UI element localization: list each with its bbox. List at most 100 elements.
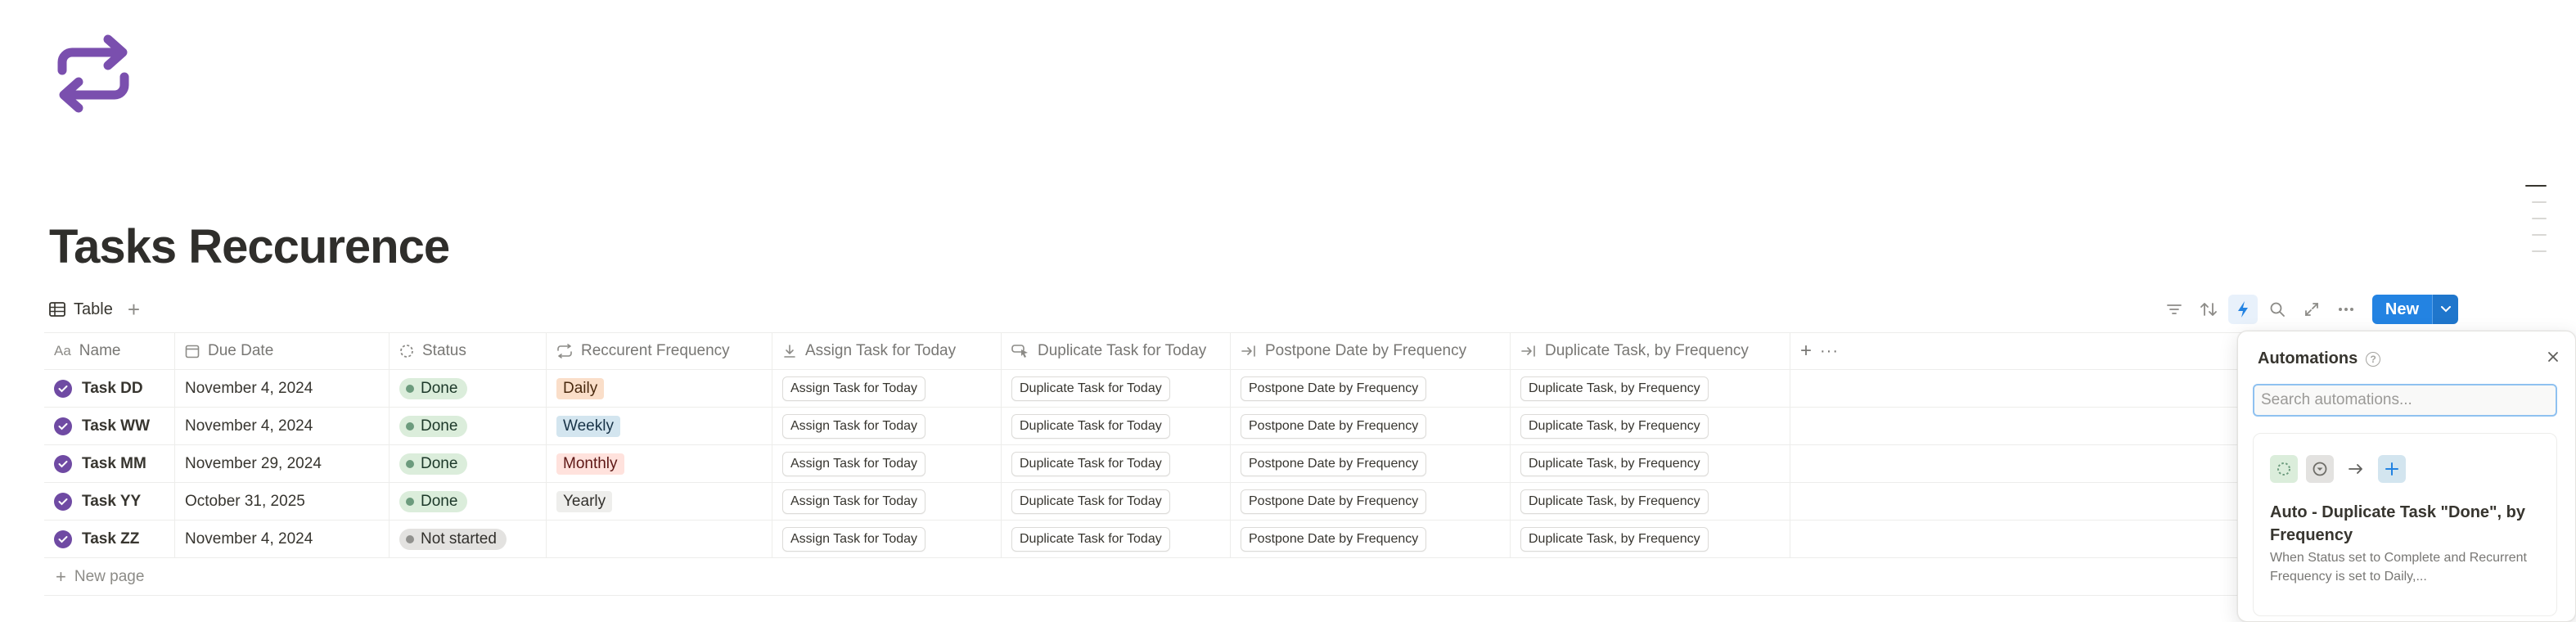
repeat-arrows-icon[interactable] [54, 33, 133, 115]
status-cell[interactable]: Done [390, 483, 547, 520]
duplicate-by-frequency-button[interactable]: Duplicate Task, by Frequency [1520, 376, 1709, 401]
column-label: Due Date [208, 342, 274, 359]
postpone-date-button[interactable]: Postpone Date by Frequency [1241, 413, 1427, 439]
new-button[interactable]: New [2371, 295, 2432, 324]
duplicate-task-button[interactable]: Duplicate Task for Today [1011, 451, 1170, 476]
postpone-cell: Postpone Date by Frequency [1231, 521, 1511, 557]
more-icon[interactable] [2331, 295, 2361, 324]
plus-icon: + [56, 566, 66, 587]
duplicate-by-frequency-button[interactable]: Duplicate Task, by Frequency [1520, 413, 1709, 439]
table-row[interactable]: Task ZZ November 4, 2024 Not started Ass… [44, 521, 2254, 558]
status-cell[interactable]: Done [390, 408, 547, 444]
due-date-cell[interactable]: November 4, 2024 [175, 408, 390, 444]
duplicate-freq-cell: Duplicate Task, by Frequency [1511, 445, 1790, 482]
more-icon[interactable]: ··· [1820, 342, 1839, 361]
arrow-bar-right-icon [1241, 345, 1255, 357]
duplicate-by-frequency-button[interactable]: Duplicate Task, by Frequency [1520, 489, 1709, 514]
frequency-cell[interactable] [547, 521, 772, 557]
help-icon[interactable]: ? [2366, 351, 2381, 367]
column-header-duplicate-by-frequency[interactable]: Duplicate Task, by Frequency [1511, 333, 1790, 369]
close-icon[interactable] [2547, 351, 2559, 367]
name-cell[interactable]: Task YY [44, 483, 175, 520]
frequency-cell[interactable]: Daily [547, 370, 772, 407]
button-cursor-icon [1011, 345, 1028, 358]
status-dot [406, 534, 414, 543]
frequency-cell[interactable]: Monthly [547, 445, 772, 482]
status-cell[interactable]: Done [390, 370, 547, 407]
search-icon[interactable] [2263, 295, 2292, 324]
duplicate-task-button[interactable]: Duplicate Task for Today [1011, 489, 1170, 514]
expand-icon[interactable] [2297, 295, 2326, 324]
postpone-date-button[interactable]: Postpone Date by Frequency [1241, 526, 1427, 552]
automation-description: When Status set to Complete and Recurren… [2270, 551, 2527, 584]
column-label: Name [79, 342, 121, 359]
search-automations-input[interactable] [2253, 384, 2557, 417]
status-cell[interactable]: Done [390, 445, 547, 482]
empty-cell [1790, 445, 1856, 482]
status-cell[interactable]: Not started [390, 521, 547, 557]
name-cell[interactable]: Task MM [44, 445, 175, 482]
filter-icon[interactable] [2159, 295, 2189, 324]
duplicate-task-button[interactable]: Duplicate Task for Today [1011, 526, 1170, 552]
column-header-due-date[interactable]: Due Date [175, 333, 390, 369]
status-dashed-icon [400, 345, 413, 358]
page-title[interactable]: Tasks Reccurence [49, 219, 450, 274]
status-badge: Done [399, 453, 468, 475]
assign-task-button[interactable]: Assign Task for Today [782, 489, 926, 514]
duplicate-task-button[interactable]: Duplicate Task for Today [1011, 376, 1170, 401]
empty-cell [1790, 483, 1856, 520]
column-header-assign-task[interactable]: Assign Task for Today [772, 333, 1002, 369]
postpone-date-button[interactable]: Postpone Date by Frequency [1241, 376, 1427, 401]
due-date-cell[interactable]: October 31, 2025 [175, 483, 390, 520]
name-cell[interactable]: Task DD [44, 370, 175, 407]
duplicate-task-button[interactable]: Duplicate Task for Today [1011, 413, 1170, 439]
column-header-reccurent-frequency[interactable]: Reccurent Frequency [547, 333, 772, 369]
duplicate-cell: Duplicate Task for Today [1002, 370, 1231, 407]
add-property-plus-icon[interactable]: + [1800, 340, 1812, 363]
new-dropdown-chevron-icon[interactable] [2432, 295, 2458, 324]
due-date-cell[interactable]: November 4, 2024 [175, 521, 390, 557]
due-date-cell[interactable]: November 4, 2024 [175, 370, 390, 407]
name-cell[interactable]: Task ZZ [44, 521, 175, 557]
column-header-duplicate-task[interactable]: Duplicate Task for Today [1002, 333, 1231, 369]
column-label: Duplicate Task for Today [1038, 342, 1207, 359]
assign-task-button[interactable]: Assign Task for Today [782, 376, 926, 401]
status-label: Done [421, 492, 458, 510]
assign-task-button[interactable]: Assign Task for Today [782, 451, 926, 476]
tab-table[interactable]: Table [49, 300, 113, 319]
add-view-plus-icon[interactable]: + [128, 299, 140, 320]
new-page-button[interactable]: + New page [44, 558, 2254, 596]
column-header-status[interactable]: Status [390, 333, 547, 369]
assign-task-button[interactable]: Assign Task for Today [782, 526, 926, 552]
automations-title: Automations [2258, 349, 2358, 367]
download-arrow-icon [784, 345, 795, 358]
column-header-name[interactable]: Aa Name [44, 333, 175, 369]
tab-label: Table [74, 300, 113, 318]
assign-cell: Assign Task for Today [772, 483, 1002, 520]
table-row[interactable]: Task DD November 4, 2024 Done Daily Assi… [44, 370, 2254, 408]
frequency-cell[interactable]: Weekly [547, 408, 772, 444]
lightning-icon[interactable] [2227, 295, 2258, 324]
empty-cell [1790, 521, 1856, 557]
table-row[interactable]: Task MM November 29, 2024 Done Monthly A… [44, 445, 2254, 483]
status-label: Done [421, 454, 458, 472]
table-row[interactable]: Task WW November 4, 2024 Done Weekly Ass… [44, 408, 2254, 445]
postpone-date-button[interactable]: Postpone Date by Frequency [1241, 489, 1427, 514]
name-cell[interactable]: Task WW [44, 408, 175, 444]
check-circle-icon [54, 454, 72, 473]
duplicate-by-frequency-button[interactable]: Duplicate Task, by Frequency [1520, 451, 1709, 476]
sort-icon[interactable] [2194, 295, 2223, 324]
column-header-postpone-date[interactable]: Postpone Date by Frequency [1231, 333, 1511, 369]
automation-card[interactable]: Auto - Duplicate Task "Done", by Frequen… [2253, 433, 2557, 616]
due-date-cell[interactable]: November 29, 2024 [175, 445, 390, 482]
postpone-date-button[interactable]: Postpone Date by Frequency [1241, 451, 1427, 476]
duplicate-freq-cell: Duplicate Task, by Frequency [1511, 370, 1790, 407]
duplicate-by-frequency-button[interactable]: Duplicate Task, by Frequency [1520, 526, 1709, 552]
table-row[interactable]: Task YY October 31, 2025 Done Yearly Ass… [44, 483, 2254, 521]
status-label: Done [421, 417, 458, 435]
frequency-cell[interactable]: Yearly [547, 483, 772, 520]
assign-task-button[interactable]: Assign Task for Today [782, 413, 926, 439]
text-aa-icon: Aa [54, 343, 71, 358]
postpone-cell: Postpone Date by Frequency [1231, 483, 1511, 520]
page-outline[interactable] [2525, 185, 2547, 267]
